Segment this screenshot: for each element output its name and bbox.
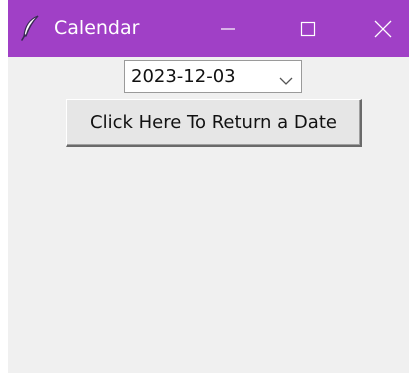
close-button[interactable] (353, 0, 409, 57)
date-select[interactable]: 2023-12-03 (124, 60, 302, 93)
chevron-down-icon[interactable] (279, 71, 293, 85)
maximize-icon (300, 21, 316, 37)
title-bar[interactable]: Calendar (8, 0, 409, 57)
close-icon (374, 20, 392, 38)
minimize-button[interactable] (198, 0, 258, 57)
maximize-button[interactable] (278, 0, 338, 57)
window-title: Calendar (54, 17, 140, 39)
calendar-window: Calendar 2023-12-03 Click Here To Return… (8, 0, 409, 373)
minimize-icon (220, 27, 236, 31)
feather-icon (20, 15, 42, 41)
return-date-button[interactable]: Click Here To Return a Date (66, 99, 362, 147)
date-value: 2023-12-03 (131, 66, 236, 87)
